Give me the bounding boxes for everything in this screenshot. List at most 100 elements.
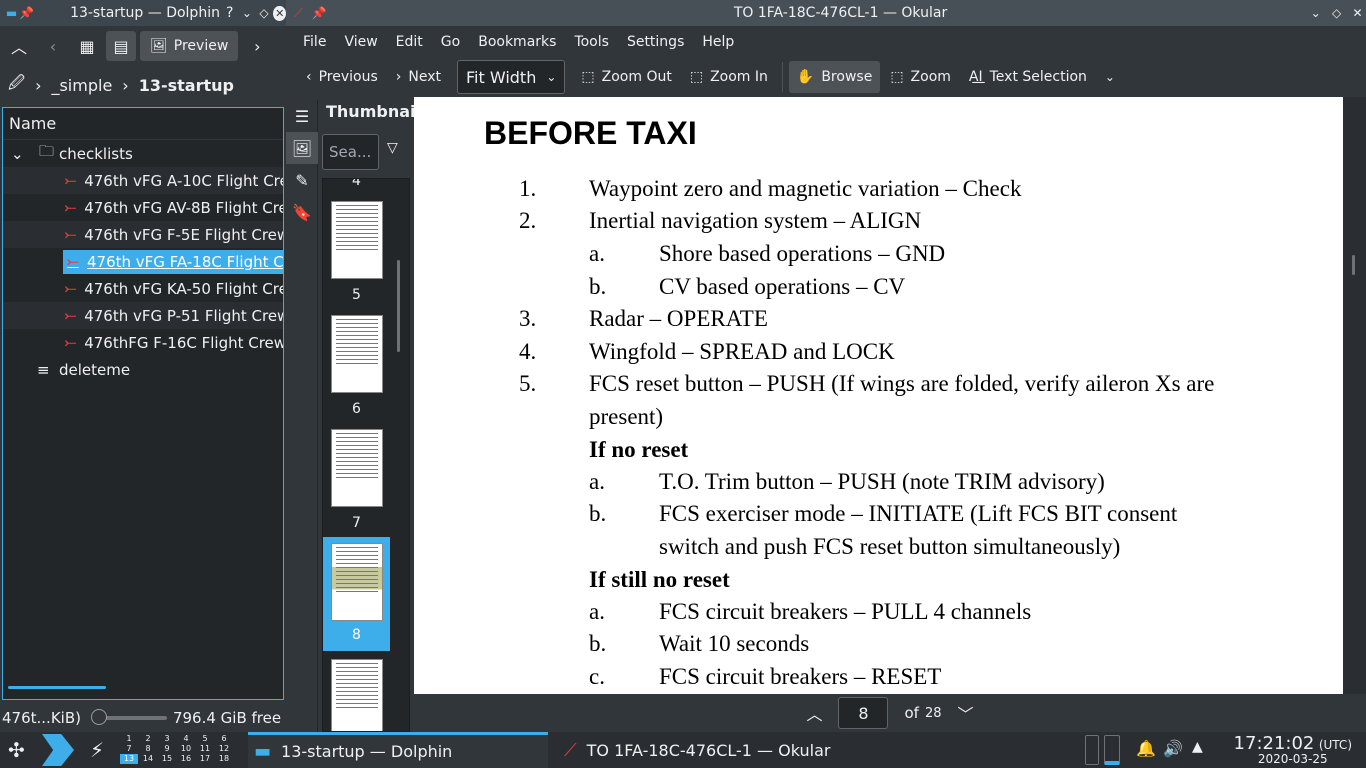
text-selection-tool-button[interactable]: A͟I Text Selection <box>961 61 1095 93</box>
thumbnail-page-4[interactable]: 4 <box>323 179 390 193</box>
tree-file-row[interactable]: ≡ deleteme <box>3 356 283 383</box>
okular-app-icon[interactable]: ⟋ <box>290 4 307 22</box>
keep-above-icon[interactable]: ◇ <box>256 4 271 22</box>
application-launcher-icon[interactable]: ✣ <box>8 738 25 762</box>
desktop-cell-current[interactable]: 13 <box>120 754 138 764</box>
desktop-cell[interactable]: 10 <box>177 744 195 754</box>
file-row[interactable]: ⤚ 476th vFG A-10C Flight Cre <box>3 167 283 194</box>
minimize-icon[interactable]: ⌄ <box>1307 4 1324 22</box>
file-row[interactable]: ⤚ 476th vFG P-51 Flight Crew <box>3 302 283 329</box>
notifications-icon[interactable]: 🔔 <box>1136 739 1156 758</box>
thumbnails-tab[interactable]: 🖼 <box>286 132 318 164</box>
battery-icon[interactable] <box>1085 735 1099 765</box>
chevron-down-icon[interactable]: ﹀ <box>958 701 974 725</box>
document-view[interactable]: BEFORE TAXI 1. Waypoint zero and magneti… <box>414 97 1366 694</box>
menu-bookmarks[interactable]: Bookmarks <box>469 26 565 58</box>
battery-icon[interactable] <box>1104 735 1120 765</box>
thumbnail-scrollbar[interactable] <box>397 260 400 352</box>
chevron-up-icon[interactable]: ▲ <box>1192 739 1203 755</box>
previous-button[interactable]: ‹ Previous <box>298 61 386 93</box>
go-back-button[interactable]: ‹ <box>38 31 68 61</box>
clock[interactable]: 17:21:02 (UTC) 2020-03-25 <box>1234 733 1352 766</box>
menu-view[interactable]: View <box>335 26 386 58</box>
tree-folder-row[interactable]: ⌄ 🗀 checklists <box>3 140 283 167</box>
desktop-cell[interactable]: 2 <box>139 734 157 744</box>
file-view[interactable]: Name ⌄ 🗀 checklists ⤚ 476th vFG A-10C Fl… <box>2 107 284 700</box>
thumbnail-page-8-selected[interactable]: 8 <box>323 537 390 651</box>
desktop-cell[interactable]: 18 <box>215 754 233 764</box>
icons-view-button[interactable]: ▦ <box>72 31 102 61</box>
lightning-icon[interactable]: ⚡ <box>90 738 104 762</box>
desktop-cell[interactable]: 9 <box>158 744 176 754</box>
virtual-desktop-pager[interactable]: 1 2 3 4 5 6 7 8 9 10 11 12 13 14 15 16 1… <box>120 734 233 764</box>
help-icon[interactable]: ? <box>226 5 233 21</box>
zoom-in-button[interactable]: ⬚ Zoom In <box>682 61 776 93</box>
zoom-mode-select[interactable]: Fit Width ⌄ <box>457 60 566 94</box>
file-row[interactable]: ⤚ 476thFG F-16C Flight Crew <box>3 329 283 356</box>
breadcrumb-item-current[interactable]: 13-startup <box>139 76 234 95</box>
breadcrumb-separator-icon[interactable]: › <box>122 76 128 95</box>
zoom-tool-button[interactable]: ⬚ Zoom <box>882 61 959 93</box>
pin-icon[interactable]: 📌 <box>311 4 328 22</box>
column-header-name[interactable]: Name <box>3 108 283 140</box>
chevron-down-icon[interactable]: ⌄ <box>239 4 254 22</box>
tool-menu-button[interactable]: ⌄ <box>1097 61 1123 93</box>
desktop-cell[interactable]: 16 <box>177 754 195 764</box>
desktop-cell[interactable]: 12 <box>215 744 233 754</box>
pin-icon[interactable]: 📌 <box>19 4 34 22</box>
activity-icon[interactable] <box>42 734 74 766</box>
desktop-cell[interactable]: 6 <box>215 734 233 744</box>
task-dolphin[interactable]: ▬ 13-startup — Dolphin <box>248 732 548 768</box>
menu-edit[interactable]: Edit <box>387 26 432 58</box>
menu-help[interactable]: Help <box>693 26 743 58</box>
desktop-cell[interactable]: 15 <box>158 754 176 764</box>
file-row-selected[interactable]: ⤚ 476th vFG FA-18C Flight Cr <box>3 248 283 275</box>
go-up-button[interactable]: ︿ <box>4 31 34 61</box>
chevron-up-icon[interactable]: ︿ <box>806 701 822 725</box>
file-row[interactable]: ⤚ 476th vFG F-5E Flight Crew <box>3 221 283 248</box>
thumbnail-page-9[interactable] <box>323 659 390 731</box>
file-row[interactable]: ⤚ 476th vFG AV-8B Flight Cre <box>3 194 283 221</box>
dolphin-app-icon[interactable]: ▬ <box>4 4 19 22</box>
chevron-down-icon[interactable]: ⌄ <box>11 145 31 163</box>
details-view-button[interactable]: ▤ <box>106 31 136 61</box>
close-icon[interactable]: ✕ <box>273 5 286 21</box>
desktop-cell[interactable]: 1 <box>120 734 138 744</box>
menu-settings[interactable]: Settings <box>618 26 693 58</box>
thumbnail-page-7[interactable]: 7 <box>323 429 390 539</box>
thumbnail-search-input[interactable]: Sea... <box>322 134 379 170</box>
next-button[interactable]: › Next <box>388 61 449 93</box>
desktop-cell[interactable]: 3 <box>158 734 176 744</box>
task-okular[interactable]: ⟋ TO 1FA-18C-476CL-1 — Okular <box>558 732 858 768</box>
annotations-tab[interactable]: ✎ <box>286 164 318 196</box>
zoom-slider[interactable] <box>90 709 167 725</box>
document-scrollbar[interactable] <box>1352 255 1355 275</box>
more-toolbar-button[interactable]: › <box>242 31 272 61</box>
close-icon[interactable]: ✕ <box>1349 4 1366 22</box>
desktop-cell[interactable]: 17 <box>196 754 214 764</box>
breadcrumb-separator-icon[interactable]: › <box>35 76 41 95</box>
okular-titlebar[interactable]: ⟋ 📌 TO 1FA-18C-476CL-1 — Okular ⌄ ◇ ✕ <box>286 0 1366 26</box>
thumbnail-page-6[interactable]: 6 <box>323 315 390 425</box>
desktop-cell[interactable]: 5 <box>196 734 214 744</box>
filter-icon[interactable]: ▽ <box>387 140 407 164</box>
contents-tab[interactable]: ☰ <box>286 100 318 132</box>
browse-tool-button[interactable]: ✋ Browse <box>788 61 881 93</box>
location-icon[interactable]: 🖉 <box>8 72 25 99</box>
page-number-input[interactable]: 8 <box>838 697 889 729</box>
desktop-cell[interactable]: 4 <box>177 734 195 744</box>
horizontal-scrollbar[interactable] <box>8 686 106 689</box>
thumbnail-page-5[interactable]: 5 <box>323 201 390 311</box>
breadcrumb-item[interactable]: _simple <box>51 76 112 95</box>
desktop-cell[interactable]: 11 <box>196 744 214 754</box>
desktop-cell[interactable]: 8 <box>139 744 157 754</box>
menu-go[interactable]: Go <box>432 26 469 58</box>
zoom-slider-handle[interactable] <box>90 709 107 725</box>
volume-icon[interactable]: 🔊 <box>1163 739 1183 758</box>
keep-above-icon[interactable]: ◇ <box>1328 4 1345 22</box>
menu-tools[interactable]: Tools <box>565 26 618 58</box>
dolphin-titlebar[interactable]: ▬ 📌 13-startup — Dolphin ? ⌄ ◇ ✕ <box>0 0 286 26</box>
file-row[interactable]: ⤚ 476th vFG KA-50 Flight Cre <box>3 275 283 302</box>
desktop-cell[interactable]: 7 <box>120 744 138 754</box>
bookmarks-tab[interactable]: 🔖 <box>286 196 318 228</box>
